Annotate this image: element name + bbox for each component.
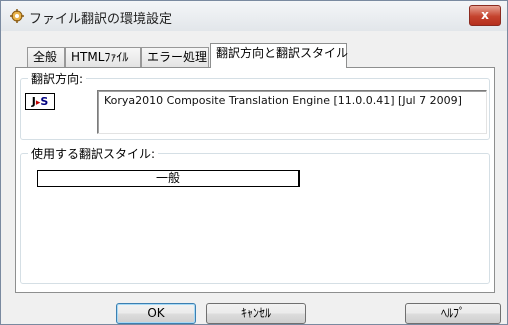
window-title: ファイル翻訳の環境設定 [29, 12, 173, 27]
tab-error-handling[interactable]: エラー処理 [141, 47, 209, 67]
close-icon: x [481, 8, 489, 22]
gear-app-icon [10, 9, 24, 23]
help-button[interactable]: ﾍﾙﾌﾟ [405, 303, 501, 324]
dialog-window: ファイル翻訳の環境設定 x 全般 HTMLﾌｧｲﾙ エラー処理 翻訳方向と翻訳ス… [0, 0, 508, 325]
engine-listbox[interactable]: Korya2010 Composite Translation Engine [… [97, 90, 487, 134]
tab-html-file[interactable]: HTMLﾌｧｲﾙ [65, 47, 141, 67]
japanese-to-simplified-direction-icon: J▸S [25, 93, 55, 110]
tab-general[interactable]: 全般 [27, 47, 65, 67]
style-group-title: 使用する翻訳スタイル: [28, 145, 159, 162]
engine-list-item[interactable]: Korya2010 Composite Translation Engine [… [104, 94, 462, 107]
title-bar[interactable]: ファイル翻訳の環境設定 x [1, 1, 507, 31]
ok-button[interactable]: OK [116, 303, 196, 324]
direction-group-title: 翻訳方向: [28, 70, 87, 87]
tab-translation-direction-style[interactable]: 翻訳方向と翻訳スタイル [210, 43, 348, 68]
cancel-button[interactable]: ｷｬﾝｾﾙ [206, 303, 306, 324]
translation-style-select[interactable]: 一般 [37, 170, 300, 187]
close-button[interactable]: x [469, 5, 501, 26]
